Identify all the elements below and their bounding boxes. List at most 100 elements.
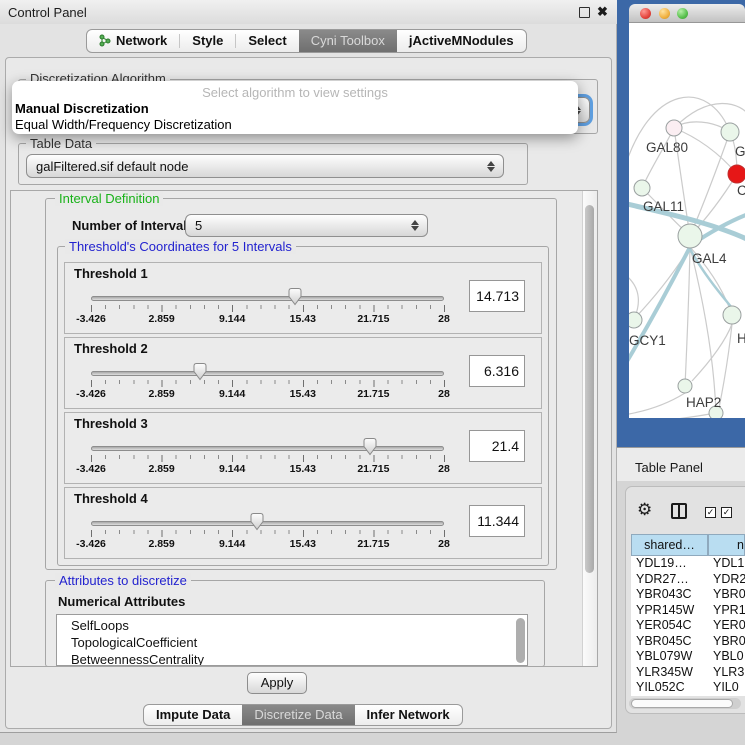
threshold-1-slider-track[interactable] <box>91 296 444 301</box>
tick-label: 28 <box>438 463 450 475</box>
horizontal-scrollbar-thumb[interactable] <box>631 699 733 708</box>
threshold-2-label: Threshold 2 <box>74 341 148 356</box>
close-icon[interactable]: ✖ <box>597 4 608 20</box>
threshold-2-slider-thumb[interactable] <box>192 362 208 381</box>
threshold-2-panel: Threshold 2 -3.426 2.859 9.144 15.43 21.… <box>64 337 542 409</box>
cell-name: YDR2 <box>707 572 745 588</box>
table-row[interactable]: YBL079WYBL0 <box>631 649 745 665</box>
threshold-2-value-field[interactable] <box>469 355 525 387</box>
tick-label: 28 <box>438 388 450 400</box>
tick-label: 21.715 <box>357 388 389 400</box>
network-node[interactable] <box>723 306 741 324</box>
stepper-arrows-icon <box>484 161 498 172</box>
tick-label: 2.859 <box>148 538 174 550</box>
table-panel-title: Table Panel <box>635 460 703 475</box>
table-panel-titlebar: Table Panel <box>617 447 745 481</box>
table-row[interactable]: YDL19…YDL1 <box>631 556 745 572</box>
network-node[interactable] <box>678 379 692 393</box>
tab-network[interactable]: Network <box>87 30 179 52</box>
threshold-1-value-field[interactable] <box>469 280 525 312</box>
node-label-partial-h: H <box>737 331 745 346</box>
threshold-3-slider-track[interactable] <box>91 446 444 451</box>
column-header-name[interactable]: n <box>708 534 745 556</box>
cell-shared-name: YBR043C <box>631 587 707 603</box>
tab-impute-label: Impute Data <box>156 707 230 722</box>
list-item-topologicalcoefficient[interactable]: TopologicalCoefficient <box>57 634 527 651</box>
cell-shared-name: YER054C <box>631 618 707 634</box>
tick-label: 15.43 <box>290 538 316 550</box>
gear-icon[interactable]: ⚙ <box>637 500 652 520</box>
column-header-shared-name[interactable]: shared… <box>631 534 708 556</box>
tick-label: 15.43 <box>290 463 316 475</box>
network-node[interactable] <box>634 180 650 196</box>
table-row[interactable]: YBR043CYBR0 <box>631 587 745 603</box>
tick-label: 21.715 <box>357 538 389 550</box>
tab-cyni-toolbox[interactable]: Cyni Toolbox <box>299 30 397 52</box>
zoom-traffic-light-icon[interactable] <box>677 8 688 19</box>
table-row[interactable]: YPR145WYPR1 <box>631 603 745 619</box>
network-node[interactable] <box>721 123 739 141</box>
threshold-4-value-field[interactable] <box>469 505 525 537</box>
table-data-title: Table Data <box>26 136 96 151</box>
cell-name: YPR1 <box>707 603 745 619</box>
tab-select[interactable]: Select <box>236 30 298 52</box>
threshold-4-slider-track[interactable] <box>91 521 444 526</box>
tick-label: 2.859 <box>148 388 174 400</box>
cell-name: YBL0 <box>707 649 745 665</box>
tab-style[interactable]: Style <box>180 30 235 52</box>
threshold-4-slider-thumb[interactable] <box>249 512 265 531</box>
tab-jactive-label: jActiveMNodules <box>409 33 514 48</box>
number-of-intervals-combobox[interactable]: 5 <box>185 214 428 237</box>
tab-infer-network[interactable]: Infer Network <box>355 705 462 725</box>
threshold-2-slider-track[interactable] <box>91 371 444 376</box>
network-node-selected[interactable] <box>728 165 745 183</box>
vertical-scrollbar-thumb[interactable] <box>585 205 594 573</box>
minimize-traffic-light-icon[interactable] <box>659 8 670 19</box>
tab-impute-data[interactable]: Impute Data <box>144 705 242 725</box>
tick-label: 9.144 <box>219 538 245 550</box>
threshold-3-value-field[interactable] <box>469 430 525 462</box>
slider-major-ticks <box>91 530 445 537</box>
threshold-3-slider-thumb[interactable] <box>362 437 378 456</box>
list-scrollbar-thumb[interactable] <box>516 618 525 663</box>
numerical-attributes-list[interactable]: SelfLoops TopologicalCoefficient Between… <box>56 614 528 666</box>
tab-jactivemnodules[interactable]: jActiveMNodules <box>397 30 526 52</box>
network-node-gal4[interactable] <box>678 224 702 248</box>
threshold-3-panel: Threshold 3 -3.426 2.859 9.144 15.43 21.… <box>64 412 542 484</box>
list-item-selfloops[interactable]: SelfLoops <box>57 617 527 634</box>
table-data-combobox[interactable]: galFiltered.sif default node <box>26 154 504 178</box>
threshold-4-label: Threshold 4 <box>74 491 148 506</box>
attributes-group-title: Attributes to discretize <box>55 573 191 588</box>
split-table-icon[interactable] <box>671 503 687 519</box>
network-node[interactable] <box>629 312 642 328</box>
tick-label: -3.426 <box>76 538 106 550</box>
interval-definition-title: Interval Definition <box>55 191 163 206</box>
tab-cyni-label: Cyni Toolbox <box>311 33 385 48</box>
numerical-attributes-label: Numerical Attributes <box>58 594 185 609</box>
tick-label: 9.144 <box>219 388 245 400</box>
table-row[interactable]: YLR345WYLR3 <box>631 665 745 681</box>
table-row[interactable]: YER054CYER0 <box>631 618 745 634</box>
tab-discretize-label: Discretize Data <box>254 707 342 722</box>
popup-option-equal-width[interactable]: Equal Width/Frequency Discretization <box>15 117 232 132</box>
float-window-icon[interactable] <box>579 7 590 18</box>
popup-option-manual-discretization[interactable]: Manual Discretization <box>15 101 149 116</box>
threshold-1-slider-thumb[interactable] <box>287 287 303 306</box>
node-label-partial-ga: GA <box>735 144 745 159</box>
network-node[interactable] <box>666 120 682 136</box>
network-canvas[interactable]: GAL80 GA C GAL11 GAL4 GCY1 H HAP2 <box>629 23 745 418</box>
close-traffic-light-icon[interactable] <box>640 8 651 19</box>
network-view-window: GAL80 GA C GAL11 GAL4 GCY1 H HAP2 <box>629 4 745 418</box>
checkbox-icon[interactable]: ✓ <box>721 507 732 518</box>
network-window-titlebar[interactable] <box>629 4 745 23</box>
list-item-betweennesscentrality[interactable]: BetweennessCentrality <box>57 651 527 666</box>
table-row[interactable]: YDR27…YDR2 <box>631 572 745 588</box>
tab-style-label: Style <box>192 33 223 48</box>
table-row[interactable]: YIL052CYIL0 <box>631 680 745 696</box>
checkbox-icon[interactable]: ✓ <box>705 507 716 518</box>
apply-button[interactable]: Apply <box>247 672 307 694</box>
cell-name: YIL0 <box>707 680 745 696</box>
tab-discretize-data[interactable]: Discretize Data <box>242 705 354 725</box>
cyni-bottom-tabs: Impute Data Discretize Data Infer Networ… <box>143 704 463 726</box>
table-row[interactable]: YBR045CYBR0 <box>631 634 745 650</box>
